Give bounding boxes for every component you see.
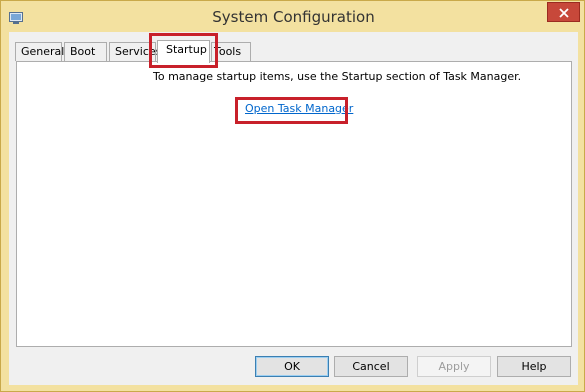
startup-panel: To manage startup items, use the Startup…: [16, 61, 572, 347]
cancel-button[interactable]: Cancel: [334, 356, 408, 377]
title-bar[interactable]: System Configuration: [1, 1, 585, 32]
apply-button[interactable]: Apply: [417, 356, 491, 377]
tab-general[interactable]: General: [15, 42, 64, 61]
system-configuration-window: System Configuration General Boot Servic…: [0, 0, 585, 392]
tab-tools[interactable]: Tools: [211, 42, 251, 61]
close-icon: [558, 3, 569, 22]
close-button[interactable]: [547, 2, 580, 22]
dialog-body: General Boot Services Startup Tools To m…: [9, 32, 578, 385]
tab-startup[interactable]: Startup: [157, 40, 210, 63]
tab-boot[interactable]: Boot: [64, 42, 107, 61]
window-title: System Configuration: [212, 8, 375, 26]
startup-info-text: To manage startup items, use the Startup…: [153, 70, 522, 83]
tab-services[interactable]: Services: [109, 42, 161, 61]
open-task-manager-link[interactable]: Open Task Manager: [245, 102, 353, 115]
help-button[interactable]: Help: [497, 356, 571, 377]
ok-button[interactable]: OK: [255, 356, 329, 377]
